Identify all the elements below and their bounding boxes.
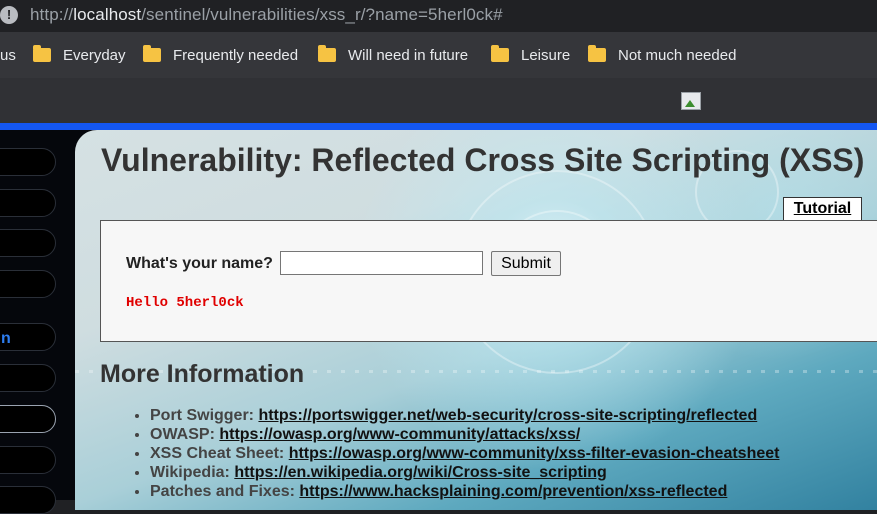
sidebar: n [0, 130, 75, 514]
folder-icon [318, 45, 336, 62]
list-item: Port Swigger: https://portswigger.net/we… [150, 406, 779, 425]
sidebar-item[interactable] [0, 270, 56, 298]
bookmark-label: Not much needed [618, 46, 737, 64]
url-host: localhost [73, 5, 142, 24]
sidebar-item[interactable] [0, 364, 56, 392]
reference-link[interactable]: https://www.hacksplaining.com/prevention… [299, 483, 727, 500]
sidebar-item[interactable]: n [0, 323, 56, 351]
link-label: Port Swigger: [150, 407, 259, 424]
bookmark-label: Leisure [521, 46, 571, 64]
bookmark-label: Frequently needed [173, 46, 299, 64]
sidebar-item[interactable] [0, 148, 56, 176]
folder-icon [143, 45, 161, 62]
more-info-list: Port Swigger: https://portswigger.net/we… [132, 406, 779, 501]
list-item: OWASP: https://owasp.org/www-community/a… [150, 425, 779, 444]
name-input[interactable] [280, 251, 483, 275]
sidebar-item-label: n [1, 330, 11, 347]
site-info-icon[interactable]: ! [0, 6, 18, 24]
bookmark-partial[interactable]: us [0, 32, 16, 78]
sidebar-item[interactable] [0, 446, 56, 474]
sidebar-item[interactable] [0, 229, 56, 257]
name-question-label: What's your name? [126, 255, 273, 272]
broken-image-icon [681, 92, 701, 110]
header-accent-bar [0, 123, 877, 130]
reference-link[interactable]: https://owasp.org/www-community/attacks/… [219, 426, 580, 443]
bookmark-label: Will need in future [348, 46, 469, 64]
reference-link[interactable]: https://en.wikipedia.org/wiki/Cross-site… [234, 464, 607, 481]
bookmark-leisure[interactable]: Leisure [491, 32, 570, 78]
vulnerability-form-box: What's your name? Submit Hello 5herl0ck [100, 220, 877, 342]
more-info-heading: More Information [100, 360, 305, 388]
bookmark-not-much-needed[interactable]: Not much needed [588, 32, 736, 78]
page-title: Vulnerability: Reflected Cross Site Scri… [101, 142, 865, 178]
site-header [0, 78, 877, 123]
bookmark-will-need-in-future[interactable]: Will need in future [318, 32, 468, 78]
url-path: /sentinel/vulnerabilities/xss_r/?name=5h… [141, 5, 503, 24]
bookmarks-bar: us Everyday Frequently needed Will need … [0, 32, 877, 78]
bookmark-label: us [0, 46, 16, 64]
url-prefix: http:// [30, 5, 74, 24]
link-label: OWASP: [150, 426, 220, 443]
sidebar-item[interactable] [0, 486, 56, 514]
list-item: Wikipedia: https://en.wikipedia.org/wiki… [150, 463, 779, 482]
list-item: XSS Cheat Sheet: https://owasp.org/www-c… [150, 444, 779, 463]
link-label: Patches and Fixes: [150, 483, 300, 500]
tutorial-tab[interactable]: Tutorial [783, 197, 862, 220]
folder-icon [588, 45, 606, 62]
link-label: XSS Cheat Sheet: [150, 445, 289, 462]
address-bar[interactable]: ! http://localhost/sentinel/vulnerabilit… [0, 0, 877, 32]
folder-icon [33, 45, 51, 62]
reference-link[interactable]: https://owasp.org/www-community/xss-filt… [289, 445, 780, 462]
main-content: Vulnerability: Reflected Cross Site Scri… [75, 130, 877, 510]
reference-link[interactable]: https://portswigger.net/web-security/cro… [258, 407, 757, 424]
reflected-output: Hello 5herl0ck [126, 295, 244, 311]
list-item: Patches and Fixes: https://www.hacksplai… [150, 482, 779, 501]
sidebar-item[interactable] [0, 189, 56, 217]
sidebar-item-active[interactable] [0, 405, 56, 433]
submit-button[interactable]: Submit [491, 251, 561, 276]
folder-icon [491, 45, 509, 62]
link-label: Wikipedia: [150, 464, 235, 481]
bookmark-label: Everyday [63, 46, 126, 64]
bookmark-everyday[interactable]: Everyday [33, 32, 126, 78]
url-text[interactable]: http://localhost/sentinel/vulnerabilitie… [30, 5, 503, 25]
page-body: n Vulnerability: Reflected Cross Site Sc… [0, 130, 877, 514]
bookmark-frequently-needed[interactable]: Frequently needed [143, 32, 298, 78]
